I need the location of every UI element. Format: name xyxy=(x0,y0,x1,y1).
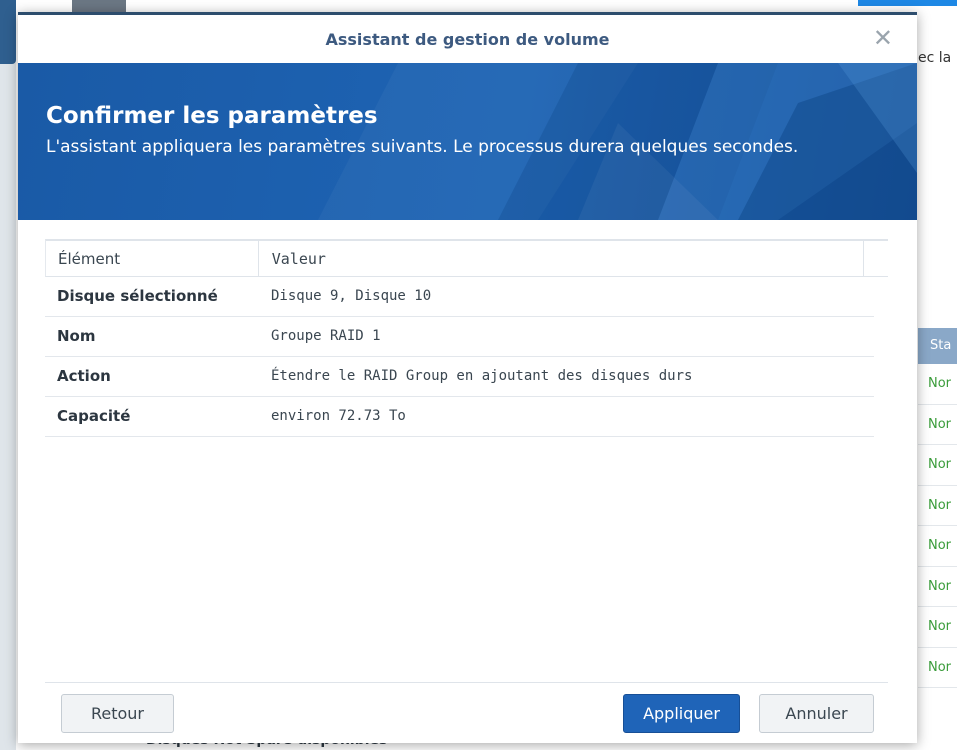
dialog-titlebar[interactable]: Assistant de gestion de volume ✕ xyxy=(18,15,917,63)
row-value: environ 72.73 To xyxy=(271,408,406,424)
row-label: Action xyxy=(57,367,111,385)
status-cell: Nor xyxy=(918,364,957,405)
background-status-table: Sta Nor Nor Nor Nor Nor Nor Nor Nor xyxy=(918,328,957,688)
row-value: Disque 9, Disque 10 xyxy=(271,288,432,304)
table-header: Élément Valeur xyxy=(45,239,888,277)
column-header-element[interactable]: Élément xyxy=(46,241,259,276)
row-label: Capacité xyxy=(57,407,131,425)
column-header-value[interactable]: Valeur xyxy=(259,241,865,276)
background-accent-strip xyxy=(858,0,957,6)
table-row: Nom Groupe RAID 1 xyxy=(45,317,874,357)
status-cell: Nor xyxy=(918,566,957,607)
status-cell: Nor xyxy=(918,526,957,567)
row-value: Groupe RAID 1 xyxy=(271,328,381,344)
status-cell: Nor xyxy=(918,404,957,445)
close-icon[interactable]: ✕ xyxy=(873,24,893,52)
dialog-footer: Retour Appliquer Annuler xyxy=(45,682,888,733)
banner-title: Confirmer les paramètres xyxy=(46,103,378,129)
banner-subtitle: L'assistant appliquera les paramètres su… xyxy=(46,137,799,157)
status-cell: Nor xyxy=(918,445,957,486)
status-cell: Nor xyxy=(918,647,957,688)
back-button[interactable]: Retour xyxy=(61,694,174,733)
status-cell: Nor xyxy=(918,607,957,648)
status-column-header[interactable]: Sta xyxy=(918,328,957,364)
background-text: ec la xyxy=(918,50,952,66)
app-side-tab[interactable] xyxy=(0,0,16,64)
settings-table: Élément Valeur Disque sélectionné Disque… xyxy=(45,239,888,437)
cancel-button[interactable]: Annuler xyxy=(759,694,874,733)
dialog-banner: Confirmer les paramètres L'assistant app… xyxy=(18,63,917,220)
status-cell: Nor xyxy=(918,485,957,526)
row-label: Disque sélectionné xyxy=(57,287,218,305)
table-row: Action Étendre le RAID Group en ajoutant… xyxy=(45,357,874,397)
apply-button[interactable]: Appliquer xyxy=(623,694,740,733)
row-value: Étendre le RAID Group en ajoutant des di… xyxy=(271,368,693,384)
row-label: Nom xyxy=(57,327,96,345)
table-row: Capacité environ 72.73 To xyxy=(45,397,874,437)
dialog-title: Assistant de gestion de volume xyxy=(325,30,610,49)
column-header-spacer xyxy=(864,241,888,276)
volume-wizard-dialog: Assistant de gestion de volume ✕ Confirm… xyxy=(18,12,917,743)
table-row: Disque sélectionné Disque 9, Disque 10 xyxy=(45,277,874,317)
